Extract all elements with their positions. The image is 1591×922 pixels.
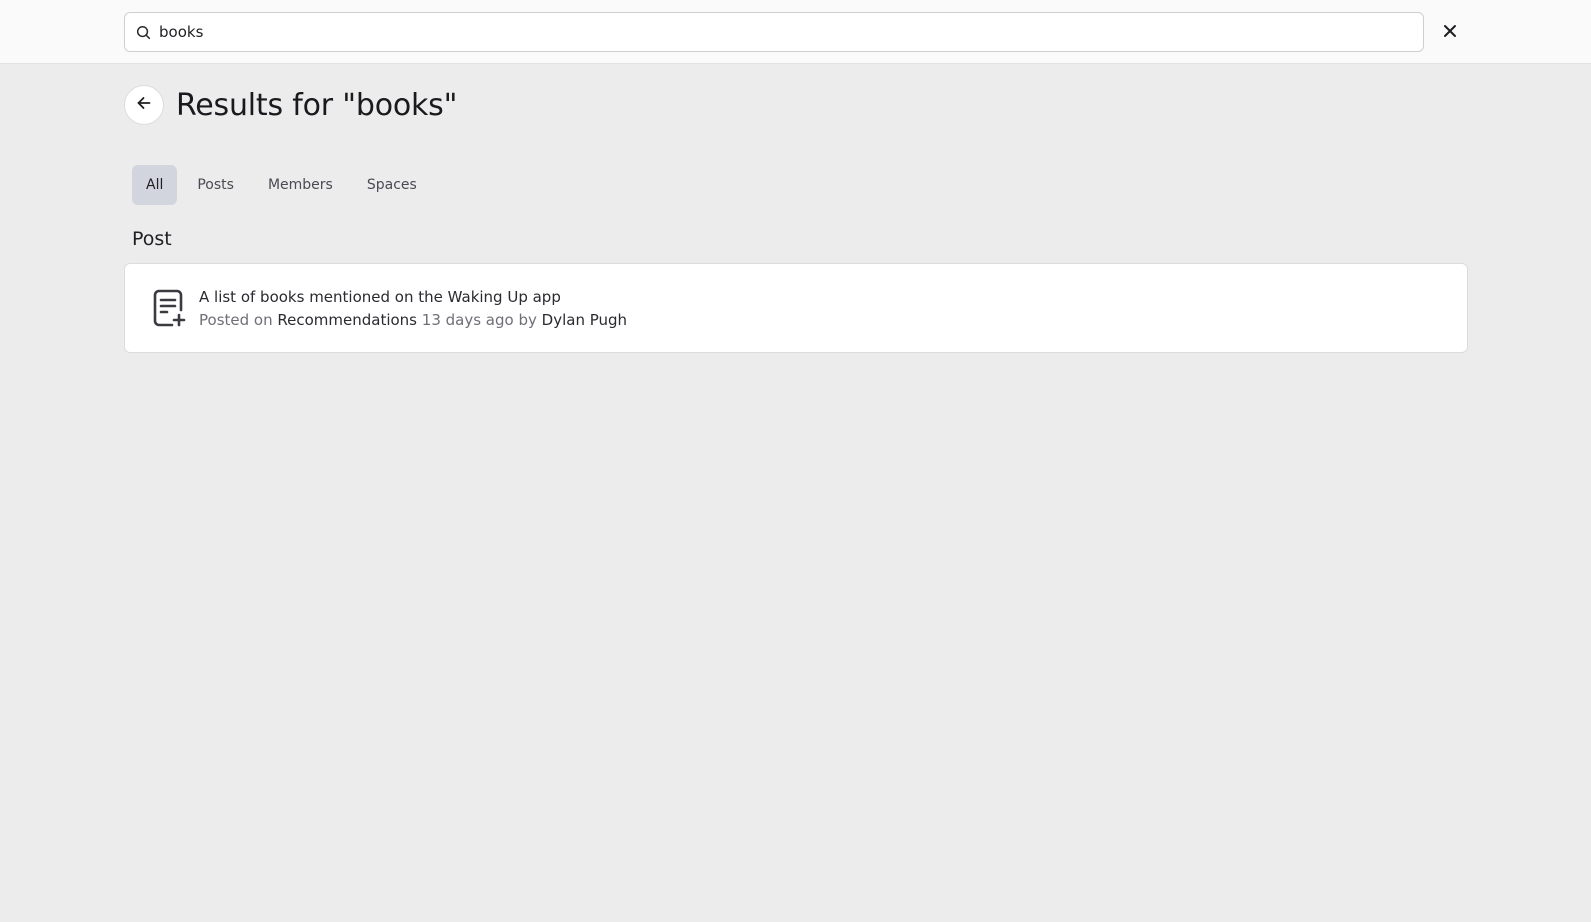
- tab-members[interactable]: Members: [254, 165, 347, 205]
- close-button[interactable]: [1438, 20, 1462, 44]
- result-meta: Posted on Recommendations 13 days ago by…: [199, 311, 627, 329]
- tab-posts[interactable]: Posts: [183, 165, 248, 205]
- time-label: 13 days ago by: [421, 310, 537, 329]
- back-button[interactable]: [124, 85, 164, 125]
- document-add-icon: [151, 288, 187, 328]
- posted-on-label: Posted on: [199, 310, 273, 329]
- search-input[interactable]: [159, 17, 1399, 47]
- space-link[interactable]: Recommendations: [277, 311, 417, 329]
- search-icon: [135, 24, 151, 40]
- result-tabs: All Posts Members Spaces: [132, 165, 431, 205]
- arrow-left-icon: [136, 95, 152, 115]
- result-title[interactable]: A list of books mentioned on the Waking …: [199, 288, 627, 306]
- close-icon: [1443, 23, 1457, 42]
- author-link[interactable]: Dylan Pugh: [542, 311, 627, 329]
- result-item[interactable]: A list of books mentioned on the Waking …: [124, 263, 1468, 353]
- tab-spaces[interactable]: Spaces: [353, 165, 431, 205]
- page-title: Results for "books": [176, 87, 458, 123]
- search-box[interactable]: [124, 12, 1424, 52]
- tab-all[interactable]: All: [132, 165, 178, 205]
- section-title: Post: [132, 228, 172, 250]
- result-text: A list of books mentioned on the Waking …: [199, 288, 627, 329]
- results-header: Results for "books": [124, 85, 457, 125]
- top-bar: [0, 0, 1591, 64]
